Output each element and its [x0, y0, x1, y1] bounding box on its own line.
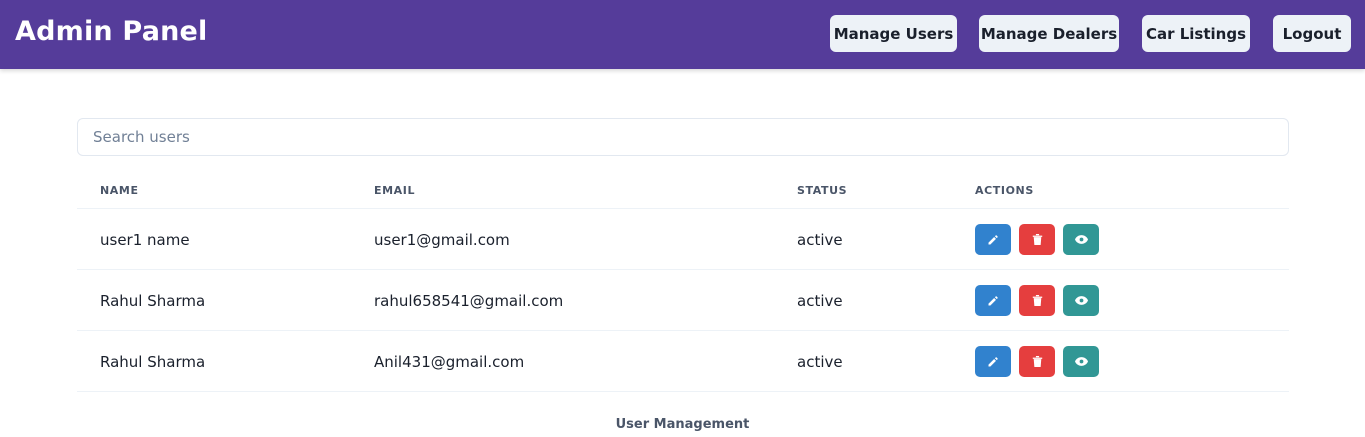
table-row: user1 name user1@gmail.com active	[77, 209, 1289, 270]
column-header-status: Status	[797, 184, 848, 197]
eye-icon	[1074, 235, 1088, 244]
column-header-name: Name	[100, 184, 139, 197]
cell-status: active	[797, 231, 843, 249]
cell-status: active	[797, 353, 843, 371]
footer-caption: User Management	[615, 417, 750, 432]
cell-name: user1 name	[100, 231, 190, 249]
logout-button[interactable]: Logout	[1273, 15, 1351, 52]
cell-status: active	[797, 292, 843, 310]
eye-icon	[1074, 296, 1088, 305]
view-button[interactable]	[1063, 224, 1099, 255]
cell-email: user1@gmail.com	[374, 231, 510, 249]
cell-name: Rahul Sharma	[100, 292, 206, 310]
users-table: Name Email Status Actions user1 name use…	[77, 170, 1289, 392]
delete-button[interactable]	[1019, 285, 1055, 316]
view-button[interactable]	[1063, 285, 1099, 316]
view-button[interactable]	[1063, 346, 1099, 377]
table-header: Name Email Status Actions	[77, 170, 1289, 209]
column-header-email: Email	[374, 184, 416, 197]
row-actions	[975, 285, 1107, 316]
edit-button[interactable]	[975, 346, 1011, 377]
table-row: Rahul Sharma Anil431@gmail.com active	[77, 331, 1289, 392]
cell-name: Rahul Sharma	[100, 353, 206, 371]
manage-users-button[interactable]: Manage Users	[830, 15, 957, 52]
table-row: Rahul Sharma rahul658541@gmail.com activ…	[77, 270, 1289, 331]
delete-button[interactable]	[1019, 224, 1055, 255]
row-actions	[975, 346, 1107, 377]
delete-button[interactable]	[1019, 346, 1055, 377]
cell-email: Anil431@gmail.com	[374, 353, 525, 371]
edit-icon	[988, 356, 998, 366]
app-title: Admin Panel	[15, 16, 208, 47]
edit-button[interactable]	[975, 224, 1011, 255]
search-input[interactable]	[77, 118, 1289, 156]
eye-icon	[1074, 357, 1088, 366]
edit-icon	[988, 295, 998, 305]
manage-dealers-button[interactable]: Manage Dealers	[979, 15, 1119, 52]
navbar: Admin Panel Manage Users Manage Dealers …	[0, 0, 1365, 69]
column-header-actions: Actions	[975, 184, 1034, 197]
edit-icon	[988, 234, 998, 244]
edit-button[interactable]	[975, 285, 1011, 316]
car-listings-button[interactable]: Car Listings	[1142, 15, 1250, 52]
trash-icon	[1032, 295, 1042, 306]
cell-email: rahul658541@gmail.com	[374, 292, 564, 310]
row-actions	[975, 224, 1107, 255]
trash-icon	[1032, 356, 1042, 367]
trash-icon	[1032, 234, 1042, 245]
